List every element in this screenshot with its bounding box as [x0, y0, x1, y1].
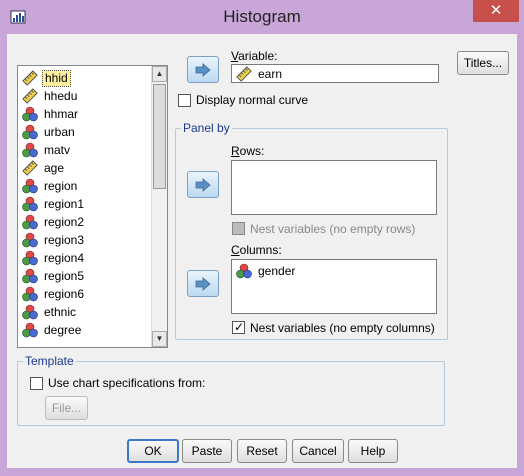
paste-button[interactable]: Paste [182, 439, 232, 463]
cancel-button[interactable]: Cancel [292, 439, 344, 463]
variable-name: ethnic [44, 304, 77, 319]
nest-columns-label: Nest variables (no empty columns) [250, 321, 435, 335]
variable-list-scrollbar[interactable]: ▲ ▼ [151, 66, 167, 347]
window-title: Histogram [223, 7, 301, 26]
variable-label: Variable: [231, 49, 278, 63]
display-normal-curve-label: Display normal curve [196, 93, 309, 107]
variable-name: hhmar [44, 106, 79, 121]
list-item[interactable]: urban [20, 123, 148, 141]
title-bar[interactable]: Histogram ✕ [0, 0, 524, 34]
nominal-icon [22, 322, 38, 338]
variable-name: hhid [42, 69, 71, 87]
nominal-icon [22, 304, 38, 320]
column-variable-label: gender [258, 264, 296, 278]
template-title: Template [23, 354, 76, 368]
ok-button[interactable]: OK [127, 439, 179, 463]
help-button[interactable]: Help [348, 439, 398, 463]
titles-button[interactable]: Titles... [457, 51, 509, 75]
reset-button[interactable]: Reset [237, 439, 287, 463]
variable-name: region2 [44, 214, 85, 229]
use-chart-spec-label: Use chart specifications from: [48, 376, 206, 390]
ruler-scale-icon [236, 66, 252, 82]
nominal-icon [22, 286, 38, 302]
variable-name: region6 [44, 286, 85, 301]
variable-list[interactable]: hhid hhedu hhmar urban matv age region region1 r… [17, 65, 168, 348]
ruler-scale-icon [22, 160, 38, 176]
columns-label: Columns: [231, 243, 282, 257]
nest-rows-label: Nest variables (no empty rows) [250, 222, 416, 236]
list-item[interactable]: hhid [20, 69, 148, 87]
list-item[interactable]: region1 [20, 195, 148, 213]
arrow-right-icon [195, 177, 211, 192]
list-item[interactable]: hhmar [20, 105, 148, 123]
scroll-thumb[interactable] [153, 84, 166, 189]
check-icon: ✓ [234, 320, 245, 334]
display-normal-curve-checkbox[interactable] [178, 94, 191, 107]
variable-name: urban [44, 124, 75, 139]
variable-name: hhedu [44, 88, 78, 103]
variable-name: age [44, 160, 65, 175]
histogram-dialog: Histogram ✕ hhid hhedu hhmar urban matv age re… [0, 0, 524, 476]
scroll-up-button[interactable]: ▲ [152, 66, 167, 82]
list-item[interactable]: degree [20, 321, 148, 339]
variable-field[interactable]: earn [231, 64, 439, 83]
nominal-icon [22, 106, 38, 122]
close-button[interactable]: ✕ [473, 0, 519, 22]
list-item[interactable]: age [20, 159, 148, 177]
dialog-body: hhid hhedu hhmar urban matv age region region1 r… [7, 34, 517, 468]
nominal-icon [22, 124, 38, 140]
variable-value: earn [258, 67, 283, 81]
move-to-variable-button[interactable] [187, 56, 219, 83]
rows-label: Rows: [231, 144, 265, 158]
nominal-icon [22, 250, 38, 266]
list-item[interactable]: region4 [20, 249, 148, 267]
ruler-scale-icon [22, 70, 38, 86]
variable-name: region5 [44, 268, 85, 283]
nominal-icon [22, 142, 38, 158]
list-item[interactable]: region6 [20, 285, 148, 303]
list-item[interactable]: matv [20, 141, 148, 159]
variable-name: degree [44, 322, 82, 337]
arrow-right-icon [195, 276, 211, 291]
panel-by-title: Panel by [181, 121, 232, 135]
nominal-icon [22, 214, 38, 230]
scroll-down-button[interactable]: ▼ [152, 331, 167, 347]
close-icon: ✕ [489, 2, 503, 19]
list-item[interactable]: region5 [20, 267, 148, 285]
arrow-right-icon [195, 62, 211, 77]
rows-list[interactable] [231, 160, 437, 215]
variable-name: matv [44, 142, 71, 157]
variable-name: region3 [44, 232, 85, 247]
nominal-icon [22, 196, 38, 212]
nominal-icon [22, 232, 38, 248]
use-chart-spec-checkbox[interactable] [30, 377, 43, 390]
nest-rows-checkbox[interactable] [232, 222, 245, 235]
list-item[interactable]: hhedu [20, 87, 148, 105]
list-item[interactable]: gender [236, 263, 295, 279]
move-to-columns-button[interactable] [187, 270, 219, 297]
list-item[interactable]: region2 [20, 213, 148, 231]
list-item[interactable]: ethnic [20, 303, 148, 321]
columns-list[interactable]: gender [231, 259, 437, 314]
variable-name: region [44, 178, 78, 193]
list-item[interactable]: region3 [20, 231, 148, 249]
ruler-scale-icon [22, 88, 38, 104]
file-button[interactable]: File... [45, 396, 88, 420]
nominal-icon [236, 263, 252, 279]
nest-columns-checkbox[interactable]: ✓ [232, 320, 245, 334]
variable-name: region1 [44, 196, 85, 211]
variable-name: region4 [44, 250, 85, 265]
nominal-icon [22, 178, 38, 194]
nominal-icon [22, 268, 38, 284]
move-to-rows-button[interactable] [187, 171, 219, 198]
list-item[interactable]: region [20, 177, 148, 195]
